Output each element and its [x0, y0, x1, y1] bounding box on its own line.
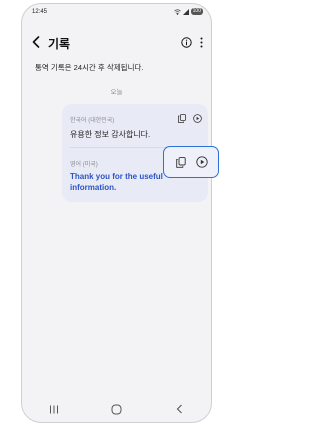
chevron-left-icon — [32, 36, 40, 48]
play-icon — [192, 113, 202, 123]
play-translation-button[interactable] — [195, 156, 208, 169]
translation-actions-highlight — [163, 146, 219, 178]
home-button[interactable] — [109, 401, 125, 417]
back-nav-icon — [176, 404, 182, 414]
wifi-icon — [173, 8, 181, 15]
translated-text: Thank you for the useful information. — [70, 172, 163, 192]
play-icon — [195, 156, 208, 168]
back-nav-button[interactable] — [172, 401, 188, 417]
battery-icon: 100 — [190, 8, 203, 15]
home-icon — [111, 404, 122, 414]
play-source-button[interactable] — [192, 113, 202, 123]
source-language-label: 한국어 (대한민국) — [70, 118, 115, 124]
status-time: 12:45 — [32, 9, 48, 15]
more-vertical-icon — [200, 37, 202, 47]
status-bar: 12:45 100 — [22, 4, 211, 20]
recent-apps-icon — [49, 405, 58, 413]
navigation-bar — [22, 396, 211, 422]
page-title: 기록 — [48, 37, 71, 51]
target-language-label: 영어 (미국) — [70, 162, 98, 168]
copy-icon — [175, 156, 186, 168]
copy-translation-button[interactable] — [174, 156, 187, 169]
date-label: 오늘 — [110, 89, 123, 96]
copy-icon — [178, 113, 186, 123]
info-icon — [180, 36, 192, 48]
more-options-button[interactable] — [195, 35, 207, 49]
recent-apps-button[interactable] — [46, 401, 62, 417]
deletion-notice: 통역 기록은 24시간 후 삭제됩니다. — [35, 63, 144, 72]
app-bar: 기록 — [22, 32, 211, 54]
back-button[interactable] — [29, 35, 43, 49]
signal-icon — [182, 8, 189, 15]
phone-frame: 12:45 100 기록 통역 기록은 24시간 후 삭제됩니다. 오늘 한국어… — [21, 3, 212, 423]
status-icons: 100 — [173, 8, 203, 15]
copy-source-button[interactable] — [177, 113, 187, 123]
info-button[interactable] — [179, 35, 193, 49]
source-actions — [177, 113, 202, 123]
source-text: 유용한 정보 감사합니다. — [70, 130, 151, 139]
